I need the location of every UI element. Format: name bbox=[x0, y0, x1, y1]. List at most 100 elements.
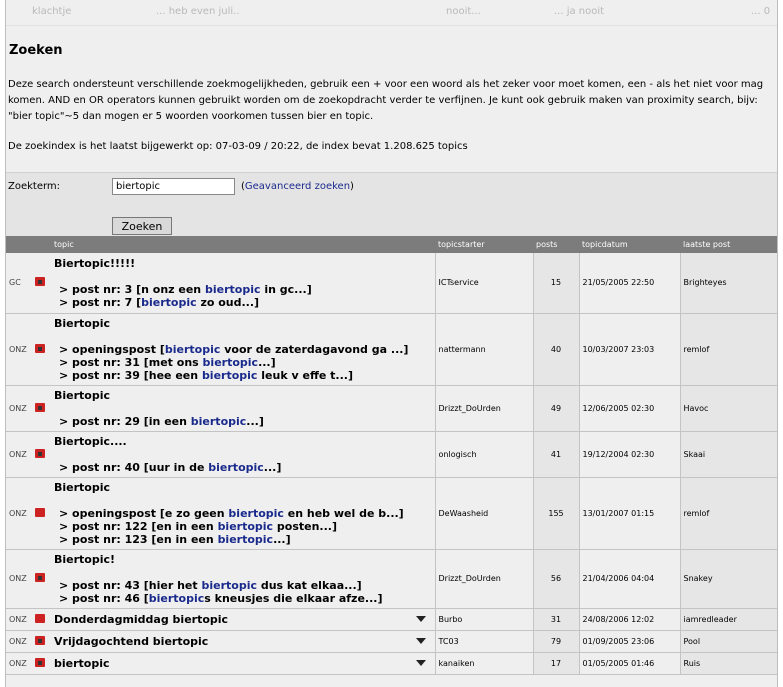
topic-icon-cell bbox=[29, 253, 51, 314]
topic-starter[interactable]: nattermann bbox=[435, 313, 534, 386]
topic-title-link[interactable]: biertopic bbox=[54, 657, 432, 670]
table-row[interactable]: ONZ Donderdagmiddag biertopic Burbo 31 24/08… bbox=[6, 608, 777, 631]
post-hit-link[interactable]: > post nr: 46 [biertopics kneusjes die e… bbox=[59, 592, 432, 605]
hit-highlight: biertopic bbox=[228, 506, 284, 520]
hit-prefix: > post nr: 122 [en in een bbox=[59, 519, 218, 533]
col-cat bbox=[6, 236, 29, 253]
topic-date: 24/08/2006 12:02 bbox=[579, 608, 681, 631]
hit-prefix: > post nr: 29 [in een bbox=[59, 414, 191, 428]
topic-title-link[interactable]: Biertopic.... bbox=[54, 435, 432, 448]
topic-starter[interactable]: ICTservice bbox=[435, 253, 534, 314]
col-posts[interactable]: posts bbox=[533, 236, 579, 253]
post-hit-link[interactable]: > post nr: 7 [biertopic zo oud...] bbox=[59, 296, 432, 309]
strip-text: ... ja nooit bbox=[554, 6, 605, 17]
hit-suffix: en heb wel de b...] bbox=[283, 506, 404, 520]
hit-highlight: biertopic bbox=[141, 295, 197, 309]
table-row[interactable]: ONZ Biertopic.... > post nr: 40 [uur in de… bbox=[6, 431, 777, 478]
expand-arrow-icon[interactable] bbox=[415, 659, 426, 666]
col-last[interactable]: laatste post bbox=[680, 236, 777, 253]
topic-title-link[interactable]: Biertopic bbox=[54, 389, 432, 402]
expand-arrow-icon[interactable] bbox=[415, 637, 426, 644]
hit-suffix: s kneusjes die elkaar afze...] bbox=[204, 591, 383, 605]
topic-starter[interactable]: Drizzt_DoUrden bbox=[435, 385, 534, 432]
last-poster[interactable]: remlof bbox=[680, 313, 777, 386]
post-hits: > post nr: 43 [hier het biertopic dus ka… bbox=[54, 579, 432, 605]
hit-highlight: biertopic bbox=[148, 591, 205, 605]
post-hits: > post nr: 3 [n onz een biertopic in gc.… bbox=[54, 283, 432, 309]
post-hit-link[interactable]: > post nr: 39 [hee een biertopic leuk v … bbox=[59, 369, 432, 382]
expand-arrow-icon[interactable] bbox=[415, 615, 426, 622]
category: ONZ bbox=[6, 477, 29, 550]
post-hit-link[interactable]: > post nr: 123 [en in een biertopic...] bbox=[59, 533, 432, 546]
last-poster[interactable]: iamredleader bbox=[680, 608, 777, 631]
topic-title-link[interactable]: Vrijdagochtend biertopic bbox=[54, 635, 432, 648]
post-hit-link[interactable]: > post nr: 29 [in een biertopic...] bbox=[59, 415, 432, 428]
table-row[interactable]: ONZ biertopic kanaiken 17 01/05/2005 01:46 Ru… bbox=[6, 652, 777, 675]
search-button[interactable]: Zoeken bbox=[112, 217, 172, 235]
locked-folder-icon bbox=[35, 448, 45, 458]
advanced-search-link[interactable]: Geavanceerd zoeken bbox=[245, 181, 350, 192]
topic-icon-cell bbox=[29, 630, 51, 653]
hit-prefix: > openingspost [e zo geen bbox=[59, 506, 229, 520]
post-hit-link[interactable]: > openingspost [e zo geen biertopic en h… bbox=[59, 507, 432, 520]
last-poster[interactable]: remlof bbox=[680, 477, 777, 550]
last-poster[interactable]: Havoc bbox=[680, 385, 777, 432]
post-hit-link[interactable]: > post nr: 40 [uur in de biertopic...] bbox=[59, 461, 432, 474]
post-hit-link[interactable]: > post nr: 3 [n onz een biertopic in gc.… bbox=[59, 283, 432, 296]
topic-starter[interactable]: kanaiken bbox=[435, 652, 534, 675]
search-label: Zoekterm: bbox=[8, 181, 61, 192]
table-row[interactable]: ONZ Biertopic > openingspost [biertopic vo… bbox=[6, 313, 777, 386]
topic-date: 13/01/2007 01:15 bbox=[579, 477, 681, 550]
search-help-text: Deze search ondersteunt verschillende zo… bbox=[8, 79, 764, 122]
advanced-search: (Geavanceerd zoeken) bbox=[241, 181, 354, 192]
search-input[interactable] bbox=[112, 178, 235, 195]
last-poster[interactable]: Brighteyes bbox=[680, 253, 777, 314]
col-icon bbox=[29, 236, 51, 253]
post-hits: > post nr: 29 [in een biertopic...] bbox=[54, 415, 432, 428]
hit-highlight: biertopic bbox=[202, 355, 259, 369]
topic-title-link[interactable]: Biertopic bbox=[54, 481, 432, 494]
strip-text: ... 0 bbox=[751, 6, 771, 17]
post-count: 49 bbox=[533, 385, 580, 432]
last-poster[interactable]: Skaai bbox=[680, 431, 777, 478]
topic-icon-cell bbox=[29, 431, 51, 478]
topic-title-link[interactable]: Donderdagmiddag biertopic bbox=[54, 613, 432, 626]
topic-starter[interactable]: DeWaasheid bbox=[435, 477, 534, 550]
post-hit-link[interactable]: > post nr: 31 [met ons biertopic...] bbox=[59, 356, 432, 369]
topic-starter[interactable]: onlogisch bbox=[435, 431, 534, 478]
topic-icon-cell bbox=[29, 549, 51, 609]
hit-highlight: biertopic bbox=[208, 460, 264, 474]
last-poster[interactable]: Pool bbox=[680, 630, 777, 653]
col-topic[interactable]: topic bbox=[51, 236, 435, 253]
topic-icon-cell bbox=[29, 652, 51, 675]
category: GC bbox=[6, 253, 29, 314]
category: ONZ bbox=[6, 652, 29, 675]
post-hit-link[interactable]: > post nr: 122 [en in een biertopic post… bbox=[59, 520, 432, 533]
table-row[interactable]: GC Biertopic!!!!! > post nr: 3 [n onz een … bbox=[6, 253, 777, 314]
topic-starter[interactable]: Drizzt_DoUrden bbox=[435, 549, 534, 609]
topic-cell: Biertopic! > post nr: 43 [hier het bierto… bbox=[51, 549, 436, 609]
topic-starter[interactable]: Burbo bbox=[435, 608, 534, 631]
table-row[interactable]: ONZ Biertopic > openingspost [e zo geen bi… bbox=[6, 477, 777, 550]
topic-title-link[interactable]: Biertopic bbox=[54, 317, 432, 330]
topic-starter[interactable]: TC03 bbox=[435, 630, 534, 653]
table-header: topic topicstarter posts topicdatum laat… bbox=[6, 236, 777, 253]
topic-cell: Biertopic > openingspost [biertopic voor … bbox=[51, 313, 436, 386]
topic-date: 21/04/2006 04:04 bbox=[579, 549, 681, 609]
last-poster[interactable]: Ruis bbox=[680, 652, 777, 675]
hit-suffix: ...] bbox=[263, 460, 282, 474]
topic-date: 12/06/2005 02:30 bbox=[579, 385, 681, 432]
strip-text: ... heb even juli.. bbox=[156, 6, 240, 17]
topic-date: 01/05/2005 01:46 bbox=[579, 652, 681, 675]
last-poster[interactable]: Snakey bbox=[680, 549, 777, 609]
table-row[interactable]: ONZ Biertopic > post nr: 29 [in een bierto… bbox=[6, 385, 777, 432]
topic-cell: Biertopic > openingspost [e zo geen biert… bbox=[51, 477, 436, 550]
topic-title-link[interactable]: Biertopic! bbox=[54, 553, 432, 566]
table-row[interactable]: ONZ Vrijdagochtend biertopic TC03 79 01/09/2… bbox=[6, 630, 777, 653]
post-hit-link[interactable]: > post nr: 43 [hier het biertopic dus ka… bbox=[59, 579, 432, 592]
topic-title-link[interactable]: Biertopic!!!!! bbox=[54, 257, 432, 270]
table-row[interactable]: ONZ Biertopic! > post nr: 43 [hier het bie… bbox=[6, 549, 777, 609]
col-date[interactable]: topicdatum bbox=[579, 236, 680, 253]
post-hit-link[interactable]: > openingspost [biertopic voor de zaterd… bbox=[59, 343, 432, 356]
col-starter[interactable]: topicstarter bbox=[435, 236, 533, 253]
